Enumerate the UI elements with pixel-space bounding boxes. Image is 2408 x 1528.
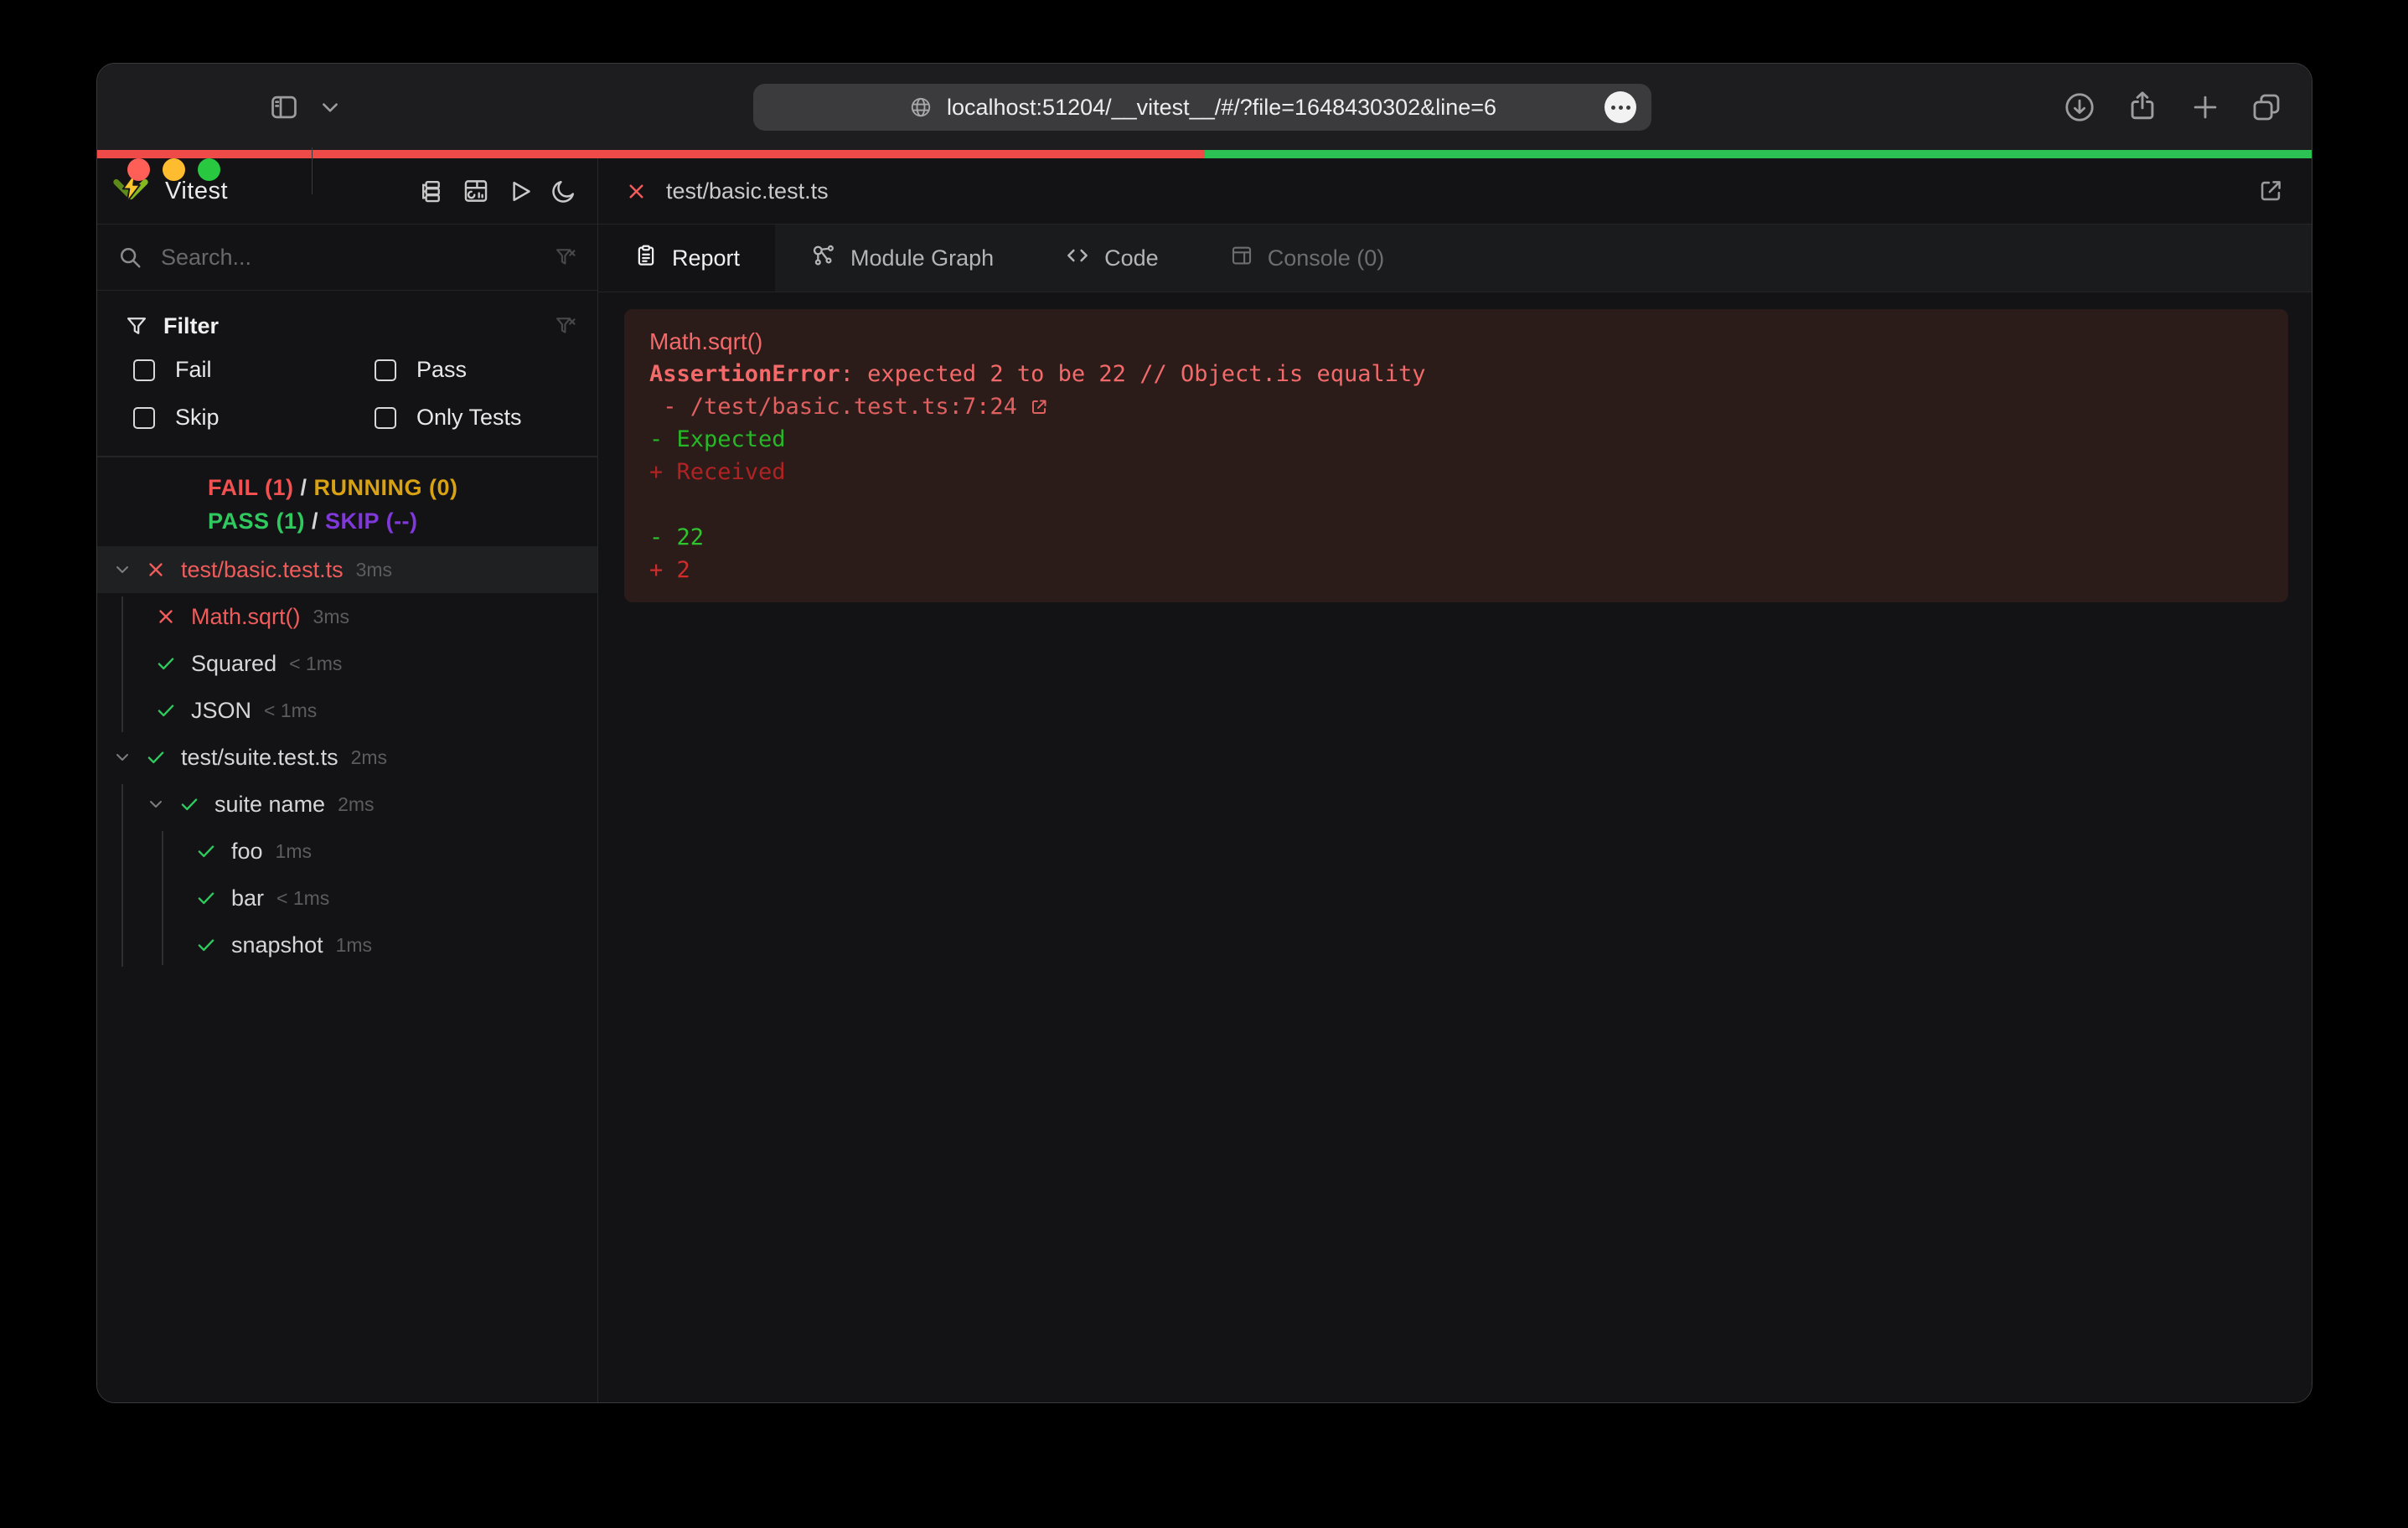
screen: localhost:51204/__vitest__/#/?file=16484… [0, 0, 2408, 1528]
close-window-button[interactable] [127, 158, 150, 181]
dark-mode-icon[interactable] [550, 178, 577, 205]
progress-fail-segment [97, 150, 1205, 158]
tab-console[interactable]: Console (0) [1194, 225, 1420, 292]
toolbar-separator [312, 147, 313, 194]
pass-icon [194, 934, 218, 956]
pass-icon [154, 653, 178, 674]
zoom-window-button[interactable] [198, 158, 220, 181]
search-input[interactable] [161, 245, 535, 271]
filter-section: Filter Fail [97, 291, 597, 457]
tree-item-file-basic[interactable]: test/basic.test.ts 3ms [97, 546, 597, 593]
chevron-down-icon[interactable] [144, 794, 168, 814]
fail-icon [144, 559, 168, 581]
report-icon [633, 243, 659, 274]
run-summary: FAIL (1) / RUNNING (0) PASS (1) / SKIP (… [97, 457, 597, 546]
clear-search-filter-icon[interactable] [554, 245, 577, 269]
pass-icon [178, 793, 201, 815]
diff-expected-label: - Expected [649, 423, 2263, 456]
dashboard-icon[interactable] [462, 177, 490, 205]
tree-item-suite-name[interactable]: suite name 2ms [97, 781, 597, 828]
error-test-name: Math.sqrt() [649, 325, 2263, 358]
summary-line-1: FAIL (1) / RUNNING (0) [208, 471, 597, 504]
main-panel: test/basic.test.ts [598, 158, 2312, 1402]
ellipsis-icon[interactable] [1604, 91, 1636, 123]
checkbox-only-tests[interactable]: Only Tests [366, 394, 577, 441]
tab-overview-icon[interactable] [2249, 90, 2284, 125]
search-icon [117, 245, 142, 270]
tree-item-test-snapshot[interactable]: snapshot 1ms [97, 921, 597, 968]
tab-module-graph[interactable]: Module Graph [775, 225, 1029, 292]
pass-icon [194, 887, 218, 909]
minimize-window-button[interactable] [163, 158, 185, 181]
run-progress-bar [97, 150, 2312, 158]
diff-expected-value: - 22 [649, 521, 2263, 554]
download-icon[interactable] [2062, 90, 2097, 125]
code-icon [1064, 242, 1091, 275]
tree-item-file-suite[interactable]: test/suite.test.ts 2ms [97, 734, 597, 781]
indent-guide [162, 831, 163, 965]
filter-title: Filter [163, 313, 219, 339]
url-text: localhost:51204/__vitest__/#/?file=16484… [947, 95, 1496, 121]
tree-item-test-math-sqrt[interactable]: Math.sqrt() 3ms [97, 593, 597, 640]
tree-item-test-json[interactable]: JSON < 1ms [97, 687, 597, 734]
clear-filter-icon[interactable] [554, 314, 577, 338]
tab-code[interactable]: Code [1029, 225, 1194, 292]
checkbox-box[interactable] [133, 407, 155, 429]
checkbox-box[interactable] [375, 359, 396, 381]
share-icon[interactable] [2124, 88, 2161, 125]
open-in-editor-icon[interactable] [2256, 177, 2285, 205]
sidebar: Vitest [97, 158, 598, 1402]
tree-item-test-foo[interactable]: foo 1ms [97, 828, 597, 875]
app-title: Vitest [165, 178, 228, 205]
diff-received-value: + 2 [649, 554, 2263, 586]
tree-item-test-bar[interactable]: bar < 1ms [97, 875, 597, 921]
indent-guide [121, 596, 123, 732]
summary-line-2: PASS (1) / SKIP (--) [208, 504, 597, 538]
chevron-down-icon[interactable] [319, 101, 341, 116]
checkbox-pass[interactable]: Pass [366, 346, 577, 394]
checkbox-fail[interactable]: Fail [125, 346, 366, 394]
pass-icon [194, 840, 218, 862]
chevron-down-icon[interactable] [111, 747, 134, 767]
address-bar[interactable]: localhost:51204/__vitest__/#/?file=16484… [753, 84, 1651, 131]
console-icon [1229, 243, 1254, 274]
pass-icon [144, 746, 168, 768]
module-graph-icon [810, 242, 837, 275]
run-all-icon[interactable] [506, 178, 534, 205]
test-tree: test/basic.test.ts 3ms Math.sqrt() 3ms S… [97, 546, 597, 1402]
open-in-editor-icon[interactable] [1029, 397, 1049, 417]
tree-item-test-squared[interactable]: Squared < 1ms [97, 640, 597, 687]
browser-window: localhost:51204/__vitest__/#/?file=16484… [96, 63, 2312, 1403]
checkbox-skip[interactable]: Skip [125, 394, 366, 441]
close-icon[interactable] [625, 180, 648, 203]
tab-bar: Report Module Graph [598, 225, 2312, 292]
progress-pass-segment [1205, 150, 2312, 158]
error-stack-line: - /test/basic.test.ts:7:24 [649, 390, 2263, 423]
chevron-down-icon[interactable] [111, 560, 134, 580]
checkbox-box[interactable] [375, 407, 396, 429]
new-tab-icon[interactable] [2189, 91, 2221, 123]
error-report-card: Math.sqrt() AssertionError: expected 2 t… [624, 309, 2288, 602]
pass-icon [154, 699, 178, 721]
detail-view-icon[interactable] [418, 178, 446, 205]
browser-titlebar: localhost:51204/__vitest__/#/?file=16484… [97, 64, 2312, 150]
sidebar-icon[interactable] [267, 91, 301, 123]
search-row [97, 225, 597, 291]
checkbox-box[interactable] [133, 359, 155, 381]
file-header-label: test/basic.test.ts [666, 178, 829, 204]
filter-icon [125, 314, 148, 338]
diff-received-label: + Received [649, 456, 2263, 488]
indent-guide [121, 784, 123, 967]
globe-icon [908, 95, 933, 120]
fail-icon [154, 606, 178, 627]
file-header: test/basic.test.ts [598, 158, 2312, 225]
error-message-line: AssertionError: expected 2 to be 22 // O… [649, 358, 2263, 390]
blank-line [649, 488, 2263, 521]
tab-report[interactable]: Report [598, 225, 775, 292]
report-panel: Math.sqrt() AssertionError: expected 2 t… [598, 292, 2312, 1402]
